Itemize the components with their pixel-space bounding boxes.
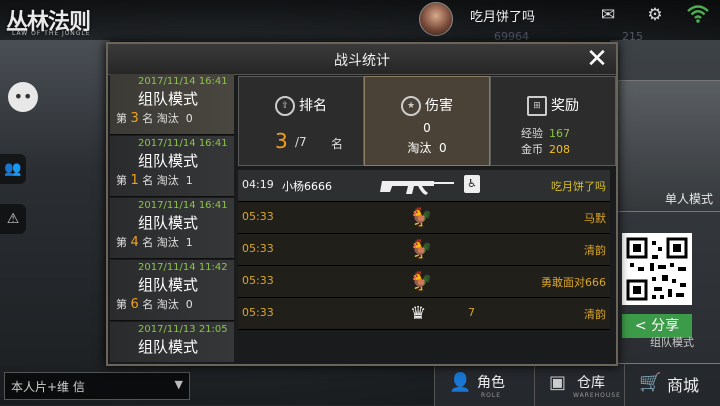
qr-code bbox=[622, 233, 692, 305]
feed-row: 05:33 🐓 勇敢面对666 bbox=[238, 266, 610, 298]
feed-time: 05:33 bbox=[242, 274, 274, 287]
match-item[interactable]: 2017/11/14 16:41 组队模式 第 3 名 淘汰 0 bbox=[110, 74, 234, 135]
battle-stats-dialog: 战斗统计 ✕ 2017/11/14 16:41 组队模式 第 3 名 淘汰 0 … bbox=[106, 42, 618, 366]
ranking-icon: ⇧ bbox=[275, 96, 295, 116]
warehouse-sublabel: WAREHOUSE bbox=[573, 392, 621, 399]
match-rank: 第 4 名 淘汰 1 bbox=[116, 235, 193, 250]
gold-line: 金币 208 bbox=[521, 143, 570, 156]
feed-row: 04:19 小杨6666 ♿ 吃月饼了吗 bbox=[238, 170, 610, 202]
rank-value: 3 bbox=[275, 129, 288, 153]
feed-time: 05:33 bbox=[242, 306, 274, 319]
feed-row: 05:33 🐓 清韵 bbox=[238, 234, 610, 266]
warehouse-button[interactable]: ▣ 仓库 WAREHOUSE bbox=[534, 363, 625, 406]
medal-icon: ★ bbox=[401, 96, 421, 116]
match-time: 2017/11/14 11:42 bbox=[138, 262, 228, 273]
feed-row: 05:33 🐓 马默 bbox=[238, 202, 610, 234]
chat-input-text: 本人片+维 信 bbox=[11, 380, 85, 394]
tab-reward[interactable]: ⊞ 奖励 经验 167 金币 208 bbox=[490, 76, 616, 166]
match-item[interactable]: 2017/11/14 16:41 组队模式 第 4 名 淘汰 1 bbox=[110, 198, 234, 259]
match-rank: 第 3 名 淘汰 0 bbox=[116, 111, 193, 126]
feed-victim: 勇敢面对666 bbox=[541, 276, 606, 289]
match-rank: 第 1 名 淘汰 1 bbox=[116, 173, 193, 188]
feed-victim: 清韵 bbox=[584, 308, 606, 321]
tab-ranking-label: 排名 bbox=[299, 98, 327, 114]
warehouse-label: 仓库 bbox=[577, 375, 605, 391]
knocked-icon: ♿ bbox=[464, 175, 480, 193]
match-time: 2017/11/14 16:41 bbox=[138, 76, 228, 87]
share-icon: < bbox=[634, 318, 647, 334]
feed-count: 7 bbox=[468, 306, 475, 319]
dropdown-arrow-icon[interactable]: ▼ bbox=[175, 378, 183, 391]
match-time: 2017/11/13 21:05 bbox=[138, 324, 228, 335]
match-mode: 组队模式 bbox=[138, 90, 199, 108]
match-mode: 组队模式 bbox=[138, 338, 199, 356]
feed-victim: 清韵 bbox=[584, 244, 606, 257]
share-label: 分享 bbox=[651, 318, 680, 334]
tab-damage[interactable]: ★ 伤害 0 淘汰 0 bbox=[364, 76, 490, 166]
match-mode: 组队模式 bbox=[138, 214, 199, 232]
feed-time: 04:19 bbox=[242, 178, 274, 191]
dialog-header: 战斗统计 ✕ bbox=[108, 44, 616, 75]
match-item[interactable]: 2017/11/14 11:42 组队模式 第 6 名 淘汰 0 bbox=[110, 260, 234, 321]
top-bar: 丛林法则 LAW OF THE JUNGLE 吃月饼了吗 69964 215 ✉… bbox=[0, 0, 720, 43]
feed-row: 05:33 ♛ 7 清韵 bbox=[238, 298, 610, 330]
rifle-icon bbox=[380, 174, 456, 200]
wifi-icon bbox=[687, 4, 709, 26]
kills-line: 淘汰 0 bbox=[407, 141, 447, 155]
shop-label: 商城 bbox=[667, 376, 700, 395]
match-mode: 组队模式 bbox=[138, 152, 199, 170]
cart-icon: 🛒 bbox=[639, 372, 662, 393]
crown-icon: ♛ bbox=[410, 303, 427, 324]
chicken-icon: 🐓 bbox=[410, 207, 433, 228]
match-rank: 第 6 名 淘汰 0 bbox=[116, 297, 193, 312]
chicken-icon: 🐓 bbox=[410, 271, 433, 292]
currency-value-2: 215 bbox=[622, 30, 643, 43]
box-icon: ▣ bbox=[549, 372, 567, 393]
feed-victim: 马默 bbox=[584, 212, 606, 225]
role-button[interactable]: 👤 角色 ROLE bbox=[434, 363, 535, 406]
damage-value: 0 bbox=[423, 121, 431, 135]
tab-reward-label: 奖励 bbox=[551, 98, 579, 114]
feed-time: 05:33 bbox=[242, 242, 274, 255]
match-item[interactable]: 2017/11/14 16:41 组队模式 第 1 名 淘汰 1 bbox=[110, 136, 234, 197]
match-mode: 组队模式 bbox=[138, 276, 199, 294]
close-icon[interactable]: ✕ bbox=[584, 46, 610, 72]
shop-button[interactable]: 🛒 商城 bbox=[624, 363, 720, 406]
friends-icon[interactable]: 👥 bbox=[0, 154, 26, 184]
match-time: 2017/11/14 16:41 bbox=[138, 200, 228, 211]
mail-icon[interactable]: ✉ bbox=[597, 4, 619, 26]
alert-icon[interactable]: ⚠ bbox=[0, 204, 26, 234]
rank-unit: 名 bbox=[331, 137, 344, 151]
feed-time: 05:33 bbox=[242, 210, 274, 223]
single-mode-label: 单人模式 bbox=[664, 192, 713, 206]
player-avatar[interactable] bbox=[419, 2, 453, 36]
chat-face-button[interactable]: •• bbox=[8, 82, 38, 112]
match-item[interactable]: 2017/11/13 21:05 组队模式 bbox=[110, 322, 234, 362]
chat-input[interactable]: 本人片+维 信 ▼ bbox=[4, 372, 190, 400]
match-history-list[interactable]: 2017/11/14 16:41 组队模式 第 3 名 淘汰 0 2017/11… bbox=[108, 74, 236, 362]
person-icon: 👤 bbox=[449, 372, 472, 393]
role-label: 角色 bbox=[477, 375, 505, 391]
team-mode-label: 组队模式 bbox=[650, 336, 694, 349]
role-sublabel: ROLE bbox=[481, 392, 502, 399]
player-name: 吃月饼了吗 bbox=[470, 10, 536, 25]
feed-victim: 吃月饼了吗 bbox=[551, 180, 606, 193]
single-mode-card[interactable]: 单人模式 bbox=[612, 80, 720, 212]
match-time: 2017/11/14 16:41 bbox=[138, 138, 228, 149]
tab-ranking[interactable]: ⇧ 排名 3 /7 名 bbox=[238, 76, 364, 166]
tab-damage-label: 伤害 bbox=[425, 98, 453, 114]
feed-killer: 小杨6666 bbox=[282, 180, 332, 193]
gift-icon: ⊞ bbox=[527, 96, 547, 116]
chicken-icon: 🐓 bbox=[410, 239, 433, 260]
gear-icon[interactable]: ⚙ bbox=[644, 4, 666, 26]
dialog-title: 战斗统计 bbox=[334, 53, 390, 69]
kill-feed: 04:19 小杨6666 ♿ 吃月饼了吗 05:33 🐓 马默 05:33 🐓 bbox=[238, 170, 610, 362]
rank-total: /7 bbox=[295, 135, 307, 149]
exp-line: 经验 167 bbox=[521, 127, 570, 140]
game-logo-subtitle: LAW OF THE JUNGLE bbox=[12, 30, 91, 37]
